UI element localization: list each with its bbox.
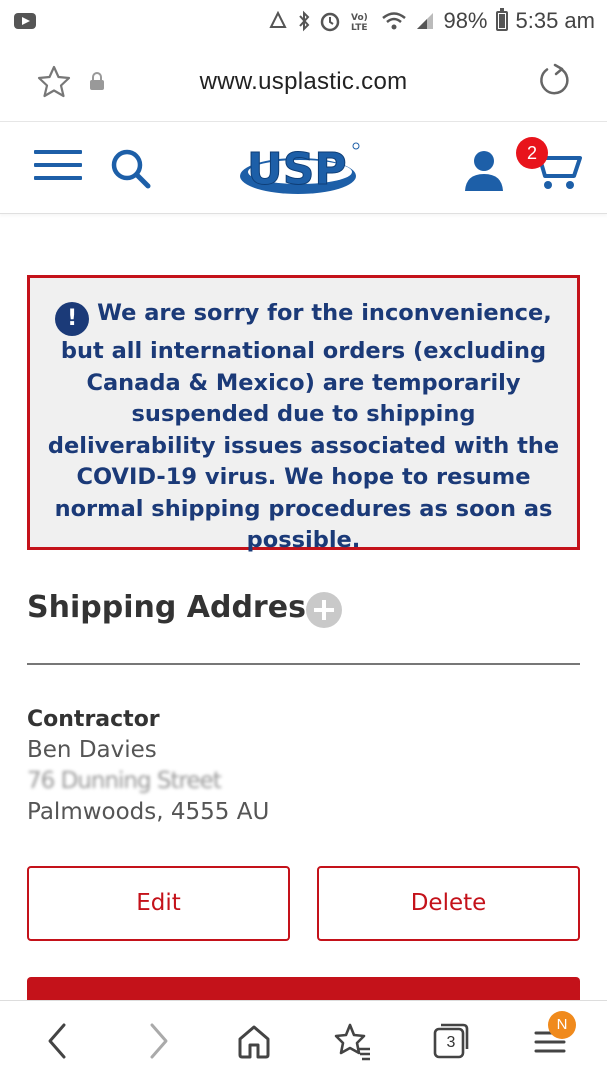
address-label: Contractor [27, 707, 160, 732]
home-icon[interactable] [234, 1021, 274, 1061]
wifi-icon [381, 11, 407, 31]
back-arrow-icon[interactable] [38, 1021, 78, 1061]
account-user-icon[interactable] [462, 148, 506, 192]
tabs-icon[interactable]: 3 [431, 1021, 471, 1061]
url-text[interactable]: www.usplastic.com [0, 68, 607, 96]
shipping-address-title: Shipping Address [27, 590, 324, 625]
usp-logo[interactable]: USP [238, 134, 364, 204]
battery-percent: 98% [443, 8, 488, 33]
bluetooth-icon [297, 10, 311, 32]
svg-text:LTE: LTE [351, 23, 368, 32]
add-address-plus-icon[interactable] [306, 592, 342, 628]
browser-url-bar: www.usplastic.com [0, 42, 607, 122]
recycle-icon [267, 11, 289, 31]
search-icon[interactable] [108, 146, 154, 192]
alarm-icon [319, 10, 341, 32]
volte-icon: Vo) LTE [349, 10, 373, 32]
delete-address-button[interactable]: Delete [317, 866, 580, 941]
hamburger-menu-icon[interactable] [34, 150, 82, 186]
battery-icon [495, 8, 508, 31]
signal-icon [415, 11, 435, 31]
notification-badge: N [548, 1011, 576, 1039]
browser-bottom-nav: 3 [0, 1000, 607, 1080]
logo-text: USP [247, 144, 347, 195]
youtube-icon [14, 13, 36, 29]
tabs-count: 3 [446, 1034, 456, 1051]
status-bar: Vo) LTE 98% 5:35 am [0, 0, 607, 42]
site-header: USP [0, 122, 607, 214]
address-city: Palmwoods, 4555 AU [27, 799, 270, 825]
address-street: 76 Dunning Street [27, 768, 222, 794]
cart-count-badge: 2 [516, 137, 548, 169]
clock: 5:35 am [515, 8, 596, 33]
forward-arrow-icon[interactable] [138, 1021, 178, 1061]
divider [27, 663, 580, 665]
edit-address-button[interactable]: Edit [27, 866, 290, 941]
svg-text:Vo): Vo) [351, 13, 368, 23]
international-orders-notice: ! We are sorry for the inconvenience, but… [27, 275, 580, 553]
bookmarks-star-icon[interactable] [332, 1021, 372, 1061]
address-card: Contractor Ben Davies 76 Dunning Street … [27, 704, 269, 828]
address-name: Ben Davies [27, 737, 157, 763]
alert-exclamation-icon: ! [55, 302, 90, 336]
reload-icon[interactable] [535, 62, 573, 100]
notice-message: We are sorry for the inconvenience, but … [47, 300, 560, 553]
